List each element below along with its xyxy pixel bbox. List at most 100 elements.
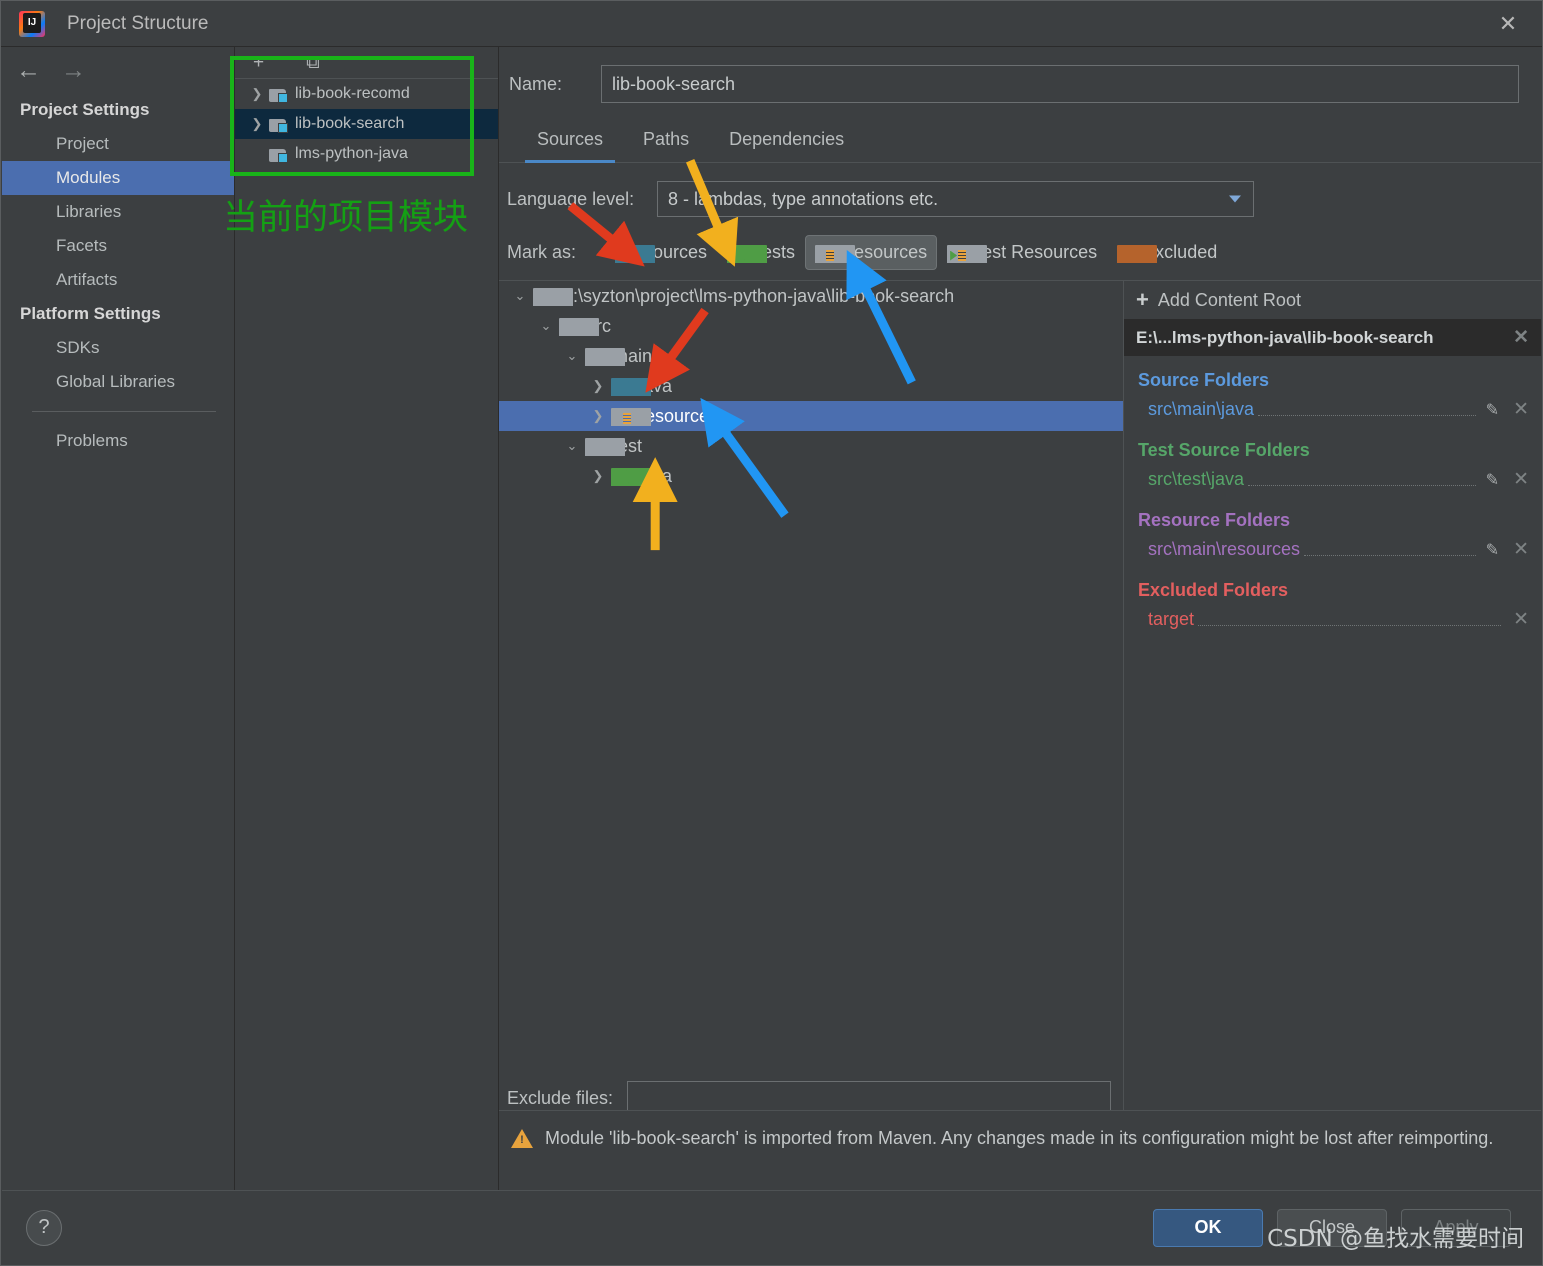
resource-folder-path: src\main\resources: [1148, 539, 1301, 559]
tab-dependencies[interactable]: Dependencies: [709, 123, 864, 162]
chevron-down-icon[interactable]: ⌄: [533, 318, 559, 334]
dotted-leader: [1304, 555, 1476, 556]
remove-folder-icon[interactable]: ✕: [1505, 468, 1529, 491]
module-item-label: lib-book-search: [295, 115, 405, 132]
mark-as-sources-button[interactable]: Sources: [605, 235, 717, 270]
remove-content-root-icon[interactable]: ✕: [1505, 326, 1529, 349]
help-button[interactable]: ?: [26, 1209, 62, 1246]
sidebar-item-global-libraries[interactable]: Global Libraries: [2, 365, 234, 399]
edit-pencil-icon[interactable]: ✎: [1480, 540, 1505, 560]
group-title-excluded-folders: Excluded Folders: [1138, 580, 1289, 600]
tab-paths[interactable]: Paths: [623, 123, 709, 162]
language-level-select[interactable]: 8 - lambdas, type annotations etc.: [657, 181, 1254, 217]
section-title-project-settings: Project Settings: [20, 100, 150, 119]
folder-sources-icon: [615, 244, 655, 263]
module-name-input[interactable]: [601, 65, 1519, 103]
sidebar-divider: [32, 411, 216, 412]
close-icon[interactable]: ✕: [1490, 9, 1526, 39]
sidebar-item-sdks[interactable]: SDKs: [2, 331, 234, 365]
tab-sources[interactable]: Sources: [517, 123, 623, 163]
source-folder-item[interactable]: src\main\java ✎ ✕: [1124, 393, 1541, 426]
detail-tabs: Sources Paths Dependencies: [499, 123, 1541, 163]
module-name-row: Name:: [499, 47, 1541, 103]
chevron-down-icon[interactable]: ⌄: [559, 438, 585, 454]
tree-row[interactable]: ⌄ src: [499, 311, 1123, 341]
mark-as-tests-button[interactable]: Tests: [717, 235, 805, 270]
chevron-down-icon[interactable]: ⌄: [559, 348, 585, 364]
module-detail-panel: Name: Sources Paths Dependencies Languag…: [499, 47, 1541, 1190]
module-item-lib-book-search[interactable]: ❯ lib-book-search: [235, 109, 498, 139]
settings-sidebar: ← → Project Settings Project Modules Lib…: [2, 47, 235, 1190]
chevron-right-icon[interactable]: ❯: [245, 86, 269, 102]
mark-as-test-resources-label: Test Resources: [973, 242, 1098, 262]
sidebar-item-facets[interactable]: Facets: [2, 229, 234, 263]
module-item-label: lib-book-recomd: [295, 85, 410, 102]
add-content-root-button[interactable]: + Add Content Root: [1124, 281, 1541, 319]
copy-module-icon[interactable]: ⧉: [306, 53, 320, 72]
sidebar-item-modules[interactable]: Modules: [2, 161, 234, 195]
warning-triangle-icon: [511, 1129, 533, 1148]
nav-arrow-group: ← →: [2, 47, 234, 93]
source-folder-path: src\main\java: [1148, 399, 1255, 419]
tree-row[interactable]: ⌄ test: [499, 431, 1123, 461]
exclude-files-label: Exclude files:: [507, 1087, 614, 1108]
content-root-header[interactable]: E:\...lms-python-java\lib-book-search ✕: [1124, 319, 1541, 356]
title-bar: Project Structure ✕: [1, 1, 1542, 47]
sidebar-item-artifacts[interactable]: Artifacts: [2, 263, 234, 297]
add-module-icon[interactable]: +: [253, 53, 264, 72]
apply-button[interactable]: Apply: [1401, 1208, 1511, 1247]
add-content-root-label: Add Content Root: [1157, 289, 1301, 310]
folder-test-resources-icon: [947, 244, 988, 263]
edit-pencil-icon[interactable]: ✎: [1480, 400, 1505, 420]
sidebar-item-problems[interactable]: Problems: [2, 424, 234, 458]
excluded-folder-item[interactable]: target ✕: [1124, 603, 1541, 636]
module-item-lib-book-recomd[interactable]: ❯ lib-book-recomd: [235, 79, 498, 109]
edit-pencil-icon[interactable]: ✎: [1480, 470, 1505, 490]
folder-icon: [585, 438, 625, 456]
chevron-right-icon[interactable]: ❯: [585, 408, 611, 424]
remove-folder-icon[interactable]: ✕: [1505, 608, 1529, 631]
group-title-test-source-folders: Test Source Folders: [1138, 440, 1310, 460]
module-folder-icon: [269, 147, 288, 163]
chevron-down-icon[interactable]: ⌄: [507, 288, 533, 304]
chevron-right-icon[interactable]: ❯: [585, 378, 611, 394]
content-root-path: E:\...lms-python-java\lib-book-search: [1136, 327, 1434, 347]
module-name-label: Name:: [509, 73, 563, 94]
ok-button[interactable]: OK: [1153, 1208, 1263, 1247]
folder-icon: [559, 318, 599, 336]
tree-row[interactable]: ❯ java: [499, 371, 1123, 401]
mark-as-test-resources-button[interactable]: Test Resources: [937, 235, 1107, 270]
module-item-label: lms-python-java: [295, 145, 408, 162]
mark-as-excluded-button[interactable]: Excluded: [1107, 235, 1227, 270]
section-title-platform-settings: Platform Settings: [20, 304, 161, 323]
mark-as-resources-button[interactable]: Resources: [805, 235, 938, 270]
tree-row[interactable]: ⌄ main: [499, 341, 1123, 371]
test-source-folder-item[interactable]: src\test\java ✎ ✕: [1124, 463, 1541, 496]
folder-icon: [533, 288, 573, 306]
back-arrow-icon[interactable]: ←: [16, 57, 41, 83]
sidebar-item-libraries[interactable]: Libraries: [2, 195, 234, 229]
tree-row-resources[interactable]: ❯ resources: [499, 401, 1123, 431]
module-list-panel: + ⧉ ❯ lib-book-recomd ❯ lib-book-search …: [235, 47, 499, 1190]
remove-folder-icon[interactable]: ✕: [1505, 398, 1529, 421]
content-root-tree: ⌄ E:\syzton\project\lms-python-java\lib-…: [499, 280, 1124, 1190]
chevron-right-icon[interactable]: ❯: [585, 468, 611, 484]
group-title-resource-folders: Resource Folders: [1138, 510, 1291, 530]
tree-row-label: E:\syzton\project\lms-python-java\lib-bo…: [561, 285, 955, 306]
tree-row[interactable]: ⌄ E:\syzton\project\lms-python-java\lib-…: [499, 281, 1123, 311]
sidebar-item-project[interactable]: Project: [2, 127, 234, 161]
close-button[interactable]: Close: [1277, 1208, 1387, 1247]
chevron-down-icon[interactable]: [1229, 195, 1241, 203]
group-title-source-folders: Source Folders: [1138, 370, 1270, 390]
module-item-lms-python-java[interactable]: ❯ lms-python-java: [235, 139, 498, 169]
language-level-label: Language level:: [507, 188, 635, 209]
intellij-logo-icon: [19, 10, 45, 37]
resource-folder-item[interactable]: src\main\resources ✎ ✕: [1124, 533, 1541, 566]
chevron-right-icon[interactable]: ❯: [245, 116, 269, 132]
forward-arrow-icon[interactable]: →: [61, 57, 86, 83]
module-list-toolbar: + ⧉: [235, 47, 498, 79]
remove-folder-icon[interactable]: ✕: [1505, 538, 1529, 561]
language-level-value: 8 - lambdas, type annotations etc.: [668, 188, 939, 209]
language-level-row: Language level: 8 - lambdas, type annota…: [499, 163, 1541, 217]
tree-row[interactable]: ❯ java: [499, 461, 1123, 491]
